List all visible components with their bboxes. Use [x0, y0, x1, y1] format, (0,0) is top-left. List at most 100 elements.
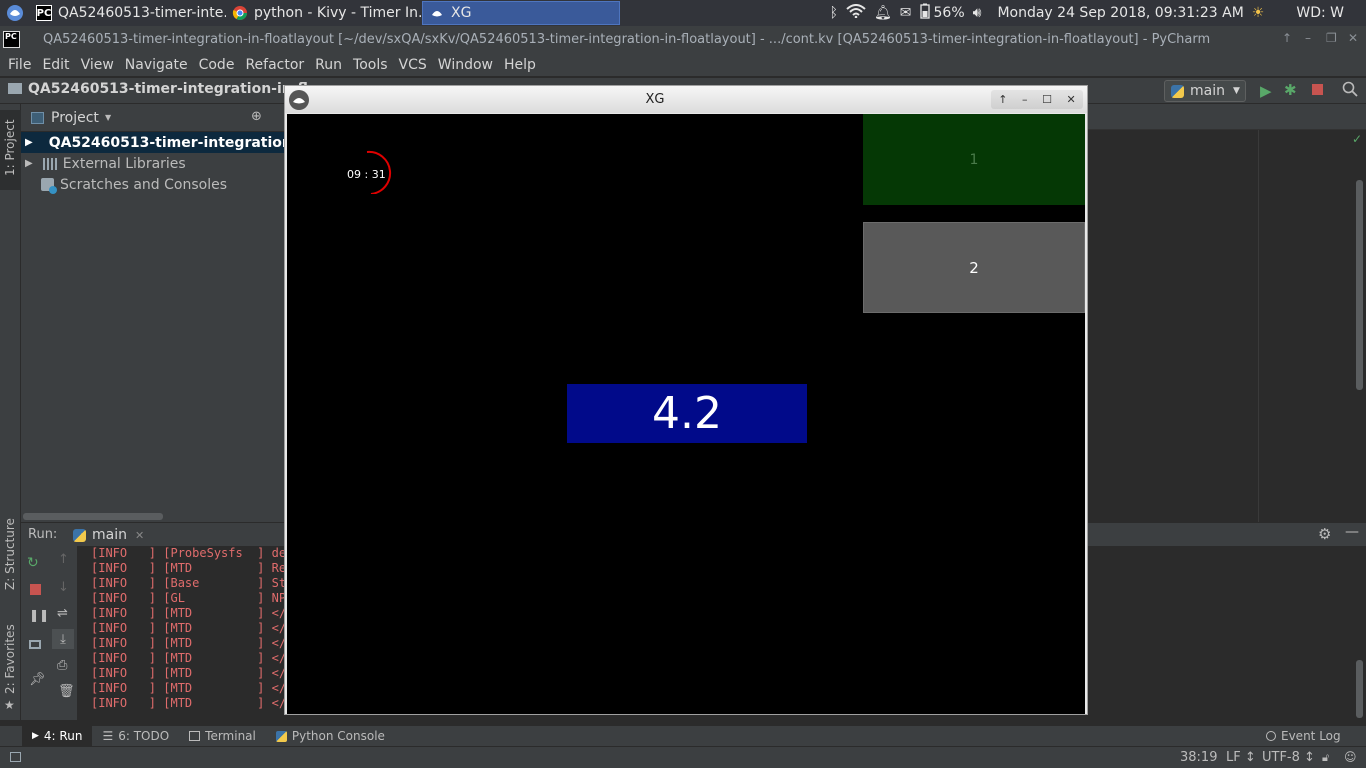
menu-edit[interactable]: Edit: [38, 57, 73, 73]
window-maximize-icon[interactable]: ❐: [1326, 31, 1337, 45]
volume-icon[interactable]: 🔊︎: [973, 5, 982, 21]
tab-event-log[interactable]: Event Log: [1256, 726, 1351, 746]
wifi-icon[interactable]: [846, 4, 866, 22]
log-line: [INFO ] [MTD ] </d: [91, 636, 294, 650]
log-line: [INFO ] [MTD ] </d: [91, 621, 294, 635]
tab-label: Terminal: [205, 729, 256, 743]
menu-help[interactable]: Help: [500, 57, 540, 73]
menu-navigate[interactable]: Navigate: [121, 57, 192, 73]
scroll-to-end-icon[interactable]: ⤓: [52, 629, 74, 649]
project-view-select[interactable]: Project: [51, 110, 99, 126]
run-tab[interactable]: main ✕: [73, 525, 144, 545]
menu-code[interactable]: Code: [195, 57, 239, 73]
menu-window[interactable]: Window: [434, 57, 497, 73]
value-display: 4.2: [567, 384, 807, 443]
kivy-window: XG ↑ – ☐ ✕ 09 : 31 1 2 4.2: [284, 85, 1088, 715]
taskbar-start-icon[interactable]: [0, 1, 30, 25]
caret-position[interactable]: 38:19: [1180, 750, 1217, 765]
stop-icon[interactable]: [30, 584, 41, 595]
bottom-tool-tabs: ▶ 4: Run ☰ 6: TODO Terminal Python Conso…: [0, 726, 1366, 746]
taskbar-task-label: QA52460513-timer-inte...: [58, 5, 226, 21]
search-icon[interactable]: [1342, 81, 1358, 101]
window-minimize-icon[interactable]: –: [1305, 31, 1311, 45]
soft-wrap-icon[interactable]: ⇌: [57, 606, 68, 621]
close-icon[interactable]: ✕: [135, 529, 144, 542]
hide-panel-icon[interactable]: —: [1345, 524, 1359, 540]
console-scrollbar[interactable]: [1356, 660, 1363, 718]
kivy-title-bar[interactable]: XG ↑ – ☐ ✕: [285, 86, 1087, 113]
project-view-icon: [31, 112, 44, 124]
tab-todo[interactable]: ☰ 6: TODO: [92, 726, 179, 746]
pause-icon[interactable]: ❚❚: [29, 608, 49, 622]
vertical-scrollbar[interactable]: [1356, 180, 1363, 390]
editor-area[interactable]: ✓: [1088, 104, 1366, 522]
bluetooth-icon[interactable]: ᛒ: [830, 5, 838, 21]
expand-arrow-icon[interactable]: ▶: [25, 158, 33, 169]
breadcrumb[interactable]: QA52460513-timer-integration-in-fl: [8, 81, 308, 97]
pycharm-logo-icon: PC: [3, 31, 20, 48]
print-icon[interactable]: ⎙: [57, 658, 67, 673]
tab-terminal[interactable]: Terminal: [179, 726, 266, 746]
chevron-down-icon: ▼: [1232, 86, 1240, 96]
window-up-icon[interactable]: ↑: [1282, 31, 1292, 45]
scratches-icon: [41, 178, 57, 194]
log-line: [INFO ] [MTD ] </d: [91, 681, 294, 695]
toggle-tool-windows-icon[interactable]: [10, 752, 21, 762]
pin-icon[interactable]: 📌︎: [29, 672, 46, 687]
taskbar-task-label: python - Kivy - Timer In...: [254, 5, 422, 21]
lock-icon[interactable]: 🔓︎: [1322, 751, 1329, 765]
window-close-icon[interactable]: ✕: [1348, 31, 1358, 45]
stop-icon[interactable]: [1312, 84, 1323, 95]
gear-icon[interactable]: ⚙: [1318, 525, 1331, 543]
workspace-indicator[interactable]: WD: W: [1296, 5, 1344, 21]
arrow-down-icon[interactable]: ↓: [58, 580, 69, 595]
tab-run[interactable]: ▶ 4: Run: [22, 726, 93, 746]
rerun-icon[interactable]: ↻: [27, 555, 39, 571]
debug-icon[interactable]: ✱: [1284, 81, 1297, 99]
mail-icon[interactable]: ✉: [900, 5, 912, 21]
log-line: [INFO ] [ProbeSysfs ] dev: [91, 546, 294, 560]
menu-view[interactable]: View: [77, 57, 118, 73]
kivy-button-1[interactable]: 1: [863, 114, 1085, 205]
line-separator[interactable]: LF ↕: [1226, 750, 1256, 765]
taskbar-task-chrome[interactable]: python - Kivy - Timer In...: [226, 1, 422, 25]
clock[interactable]: Monday 24 Sep 2018, 09:31:23 AM: [997, 5, 1243, 21]
menu-refactor[interactable]: Refactor: [241, 57, 308, 73]
log-line: [INFO ] [MTD ] </d: [91, 606, 294, 620]
library-icon: [42, 157, 57, 170]
notification-bell-icon[interactable]: 🔔︎: [874, 5, 892, 21]
window-maximize-icon[interactable]: ☐: [1042, 93, 1052, 106]
trash-icon[interactable]: 🗑︎: [58, 684, 75, 699]
tab-python-console[interactable]: Python Console: [266, 726, 395, 746]
window-close-icon[interactable]: ✕: [1067, 93, 1076, 106]
horizontal-scrollbar[interactable]: [23, 513, 163, 520]
taskbar-task-xg[interactable]: XG: [422, 1, 620, 25]
tab-project-strip[interactable]: 1: Project: [0, 110, 21, 190]
inspector-icon[interactable]: ☺: [1344, 750, 1357, 764]
menu-run[interactable]: Run: [311, 57, 346, 73]
battery-icon[interactable]: [919, 3, 930, 23]
taskbar-task-pycharm[interactable]: PC QA52460513-timer-inte...: [30, 1, 226, 25]
weather-icon[interactable]: ☀: [1252, 5, 1265, 21]
window-up-icon[interactable]: ↑: [998, 93, 1007, 106]
system-taskbar: PC QA52460513-timer-inte... python - Kiv…: [0, 0, 1366, 26]
arrow-up-icon[interactable]: ↑: [58, 552, 69, 567]
menu-file[interactable]: File: [4, 57, 35, 73]
run-icon[interactable]: ▶: [1260, 82, 1272, 100]
menu-vcs[interactable]: VCS: [395, 57, 431, 73]
menu-tools[interactable]: Tools: [349, 57, 392, 73]
tree-item-project-root[interactable]: ▶ QA52460513-timer-integration: [21, 132, 292, 153]
layout-icon[interactable]: [29, 640, 41, 649]
chevron-down-icon[interactable]: ▼: [105, 113, 111, 122]
tab-favorites-label[interactable]: 2: Favorites: [3, 624, 17, 694]
tab-structure-label[interactable]: Z: Structure: [3, 518, 17, 590]
window-minimize-icon[interactable]: –: [1022, 93, 1028, 106]
tree-item-scratches[interactable]: Scratches and Consoles: [21, 174, 285, 195]
expand-arrow-icon[interactable]: ▶: [25, 137, 33, 148]
run-config-select[interactable]: main ▼: [1164, 80, 1246, 102]
kivy-button-2[interactable]: 2: [863, 222, 1085, 313]
locate-icon[interactable]: ⊕: [251, 109, 262, 124]
file-encoding[interactable]: UTF-8 ↕: [1262, 750, 1315, 765]
run-icon: ▶: [32, 731, 39, 741]
tree-item-external-libraries[interactable]: ▶ External Libraries: [21, 153, 285, 174]
